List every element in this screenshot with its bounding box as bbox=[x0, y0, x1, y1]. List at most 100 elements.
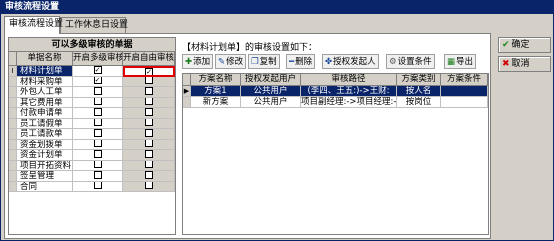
scheme-header-name[interactable]: 方案名称 bbox=[191, 74, 241, 86]
add-button[interactable]: ✚添加 bbox=[182, 54, 214, 69]
scheme-header-indicator bbox=[183, 74, 191, 86]
scheme-path: 项目副经理:->项目经理:- bbox=[301, 97, 397, 108]
document-name: 资金划拨单 bbox=[17, 139, 73, 150]
document-name: 员工请款单 bbox=[17, 129, 73, 140]
multi-audit-checkbox[interactable] bbox=[93, 160, 102, 168]
delete-button[interactable]: ━删除 bbox=[286, 54, 316, 69]
multi-audit-checkbox[interactable] bbox=[93, 87, 102, 95]
free-audit-checkbox[interactable] bbox=[144, 108, 153, 116]
free-audit-checkbox[interactable]: ✓ bbox=[145, 67, 153, 75]
document-row[interactable]: 其它费用单 bbox=[9, 97, 175, 108]
document-row[interactable]: I 材料计划单 ✓ ✓ bbox=[9, 66, 175, 77]
multi-audit-checkbox[interactable] bbox=[93, 118, 102, 126]
header-indicator bbox=[9, 52, 17, 66]
free-audit-cell bbox=[123, 76, 175, 87]
edit-button[interactable]: ✎修改 bbox=[215, 54, 247, 69]
document-name: 合同 bbox=[17, 181, 73, 192]
header-multi-audit[interactable]: 开启多级审核 bbox=[73, 52, 123, 66]
free-audit-checkbox[interactable] bbox=[144, 76, 153, 84]
document-name: 材料采购单 bbox=[17, 76, 73, 87]
free-audit-checkbox[interactable] bbox=[144, 181, 153, 189]
document-name: 外包人工单 bbox=[17, 87, 73, 98]
row-indicator: I bbox=[9, 66, 17, 77]
free-audit-checkbox[interactable] bbox=[144, 160, 153, 168]
free-audit-checkbox[interactable] bbox=[144, 87, 153, 95]
document-row[interactable]: 员工请假单 bbox=[9, 118, 175, 129]
window-title: 审核流程设置 bbox=[1, 1, 553, 14]
free-audit-cell bbox=[123, 150, 175, 161]
document-row[interactable]: 材料采购单 ✓ bbox=[9, 76, 175, 87]
tab-workday[interactable]: 工作休息日设置 bbox=[60, 17, 128, 33]
row-indicator bbox=[9, 139, 17, 150]
row-indicator bbox=[9, 108, 17, 119]
copy-icon: ❐ bbox=[251, 57, 259, 67]
scheme-toolbar: ✚添加 ✎修改 ❐复制 ━删除 ✤授权发起人 ⚙设置条件 ▦导出 bbox=[182, 54, 490, 71]
document-row[interactable]: 付款申请单 bbox=[9, 108, 175, 119]
scheme-header-category[interactable]: 方案类别 bbox=[397, 74, 441, 86]
document-row[interactable]: 外包人工单 bbox=[9, 87, 175, 98]
scheme-header-user[interactable]: 授权发起用户 bbox=[241, 74, 301, 86]
document-row[interactable]: 资金计划单 bbox=[9, 150, 175, 161]
free-audit-checkbox[interactable] bbox=[144, 129, 153, 137]
header-free-audit[interactable]: 开启自由审核 bbox=[123, 52, 175, 66]
copy-button[interactable]: ❐复制 bbox=[248, 54, 280, 69]
document-row[interactable]: 签呈管理 bbox=[9, 171, 175, 182]
free-audit-checkbox[interactable] bbox=[144, 139, 153, 147]
scheme-header-condition[interactable]: 方案条件 bbox=[441, 74, 488, 86]
row-indicator bbox=[9, 181, 17, 192]
tab-audit-flow[interactable]: 审核流程设置 bbox=[4, 16, 63, 34]
scheme-name: 方案1 bbox=[191, 86, 241, 97]
document-row[interactable]: 资金划拨单 bbox=[9, 139, 175, 150]
set-condition-button[interactable]: ⚙设置条件 bbox=[386, 54, 435, 69]
document-name: 其它费用单 bbox=[17, 97, 73, 108]
authorize-initiator-button[interactable]: ✤授权发起人 bbox=[322, 54, 379, 69]
multi-audit-checkbox[interactable]: ✓ bbox=[93, 76, 102, 84]
row-indicator bbox=[9, 87, 17, 98]
multi-audit-checkbox[interactable] bbox=[93, 129, 102, 137]
scheme-row[interactable]: 新方案 公共用户 项目副经理:->项目经理:- 按岗位 bbox=[183, 97, 488, 108]
row-indicator bbox=[9, 129, 17, 140]
row-indicator bbox=[9, 97, 17, 108]
multi-audit-cell bbox=[73, 108, 123, 119]
tab-panel: 可以多级审核的单据 单据名称 开启多级审核 开启自由审核 I 材料计划单 ✓ ✓ 材料采… bbox=[4, 33, 491, 239]
document-row[interactable]: 员工请款单 bbox=[9, 129, 175, 140]
edit-icon: ✎ bbox=[218, 57, 226, 67]
free-audit-checkbox[interactable] bbox=[144, 150, 153, 158]
document-grid: 可以多级审核的单据 单据名称 开启多级审核 开启自由审核 I 材料计划单 ✓ ✓ 材料采… bbox=[8, 37, 176, 235]
free-audit-cell bbox=[123, 87, 175, 98]
free-audit-checkbox[interactable] bbox=[144, 97, 153, 105]
minus-icon: ━ bbox=[289, 57, 295, 67]
document-grid-title: 可以多级审核的单据 bbox=[9, 38, 175, 52]
export-button[interactable]: ▦导出 bbox=[444, 54, 477, 69]
scheme-row[interactable]: ▶ 方案1 公共用户 (李四、王五:)->王财: 按人名 bbox=[183, 86, 488, 97]
free-audit-cell bbox=[123, 139, 175, 150]
multi-audit-checkbox[interactable] bbox=[93, 171, 102, 179]
multi-audit-checkbox[interactable] bbox=[93, 150, 102, 158]
scheme-header-path[interactable]: 审核路径 bbox=[301, 74, 397, 86]
plus-icon: ✚ bbox=[185, 57, 193, 67]
multi-audit-checkbox[interactable]: ✓ bbox=[93, 66, 102, 74]
row-indicator bbox=[9, 171, 17, 182]
scheme-row-indicator: ▶ bbox=[183, 86, 191, 97]
header-doc-name[interactable]: 单据名称 bbox=[17, 52, 73, 66]
document-row[interactable]: 合同 bbox=[9, 181, 175, 192]
multi-audit-cell: ✓ bbox=[73, 76, 123, 87]
free-audit-cell bbox=[123, 97, 175, 108]
free-audit-checkbox[interactable] bbox=[144, 118, 153, 126]
document-name: 员工请假单 bbox=[17, 118, 73, 129]
multi-audit-checkbox[interactable] bbox=[93, 108, 102, 116]
document-row[interactable]: 项目开拓资料 bbox=[9, 160, 175, 171]
authorize-icon: ✤ bbox=[325, 57, 333, 67]
free-audit-cell bbox=[123, 118, 175, 129]
free-audit-cell: ✓ bbox=[123, 66, 175, 77]
free-audit-cell bbox=[123, 171, 175, 182]
multi-audit-checkbox[interactable] bbox=[93, 181, 102, 189]
ok-button[interactable]: ✔ 确定 bbox=[498, 37, 551, 53]
scheme-condition bbox=[441, 97, 488, 108]
scheme-condition bbox=[441, 86, 488, 97]
condition-icon: ⚙ bbox=[389, 57, 397, 67]
free-audit-checkbox[interactable] bbox=[144, 171, 153, 179]
multi-audit-checkbox[interactable] bbox=[93, 139, 102, 147]
multi-audit-checkbox[interactable] bbox=[93, 97, 102, 105]
cancel-button[interactable]: ✖ 取消 bbox=[498, 56, 551, 72]
